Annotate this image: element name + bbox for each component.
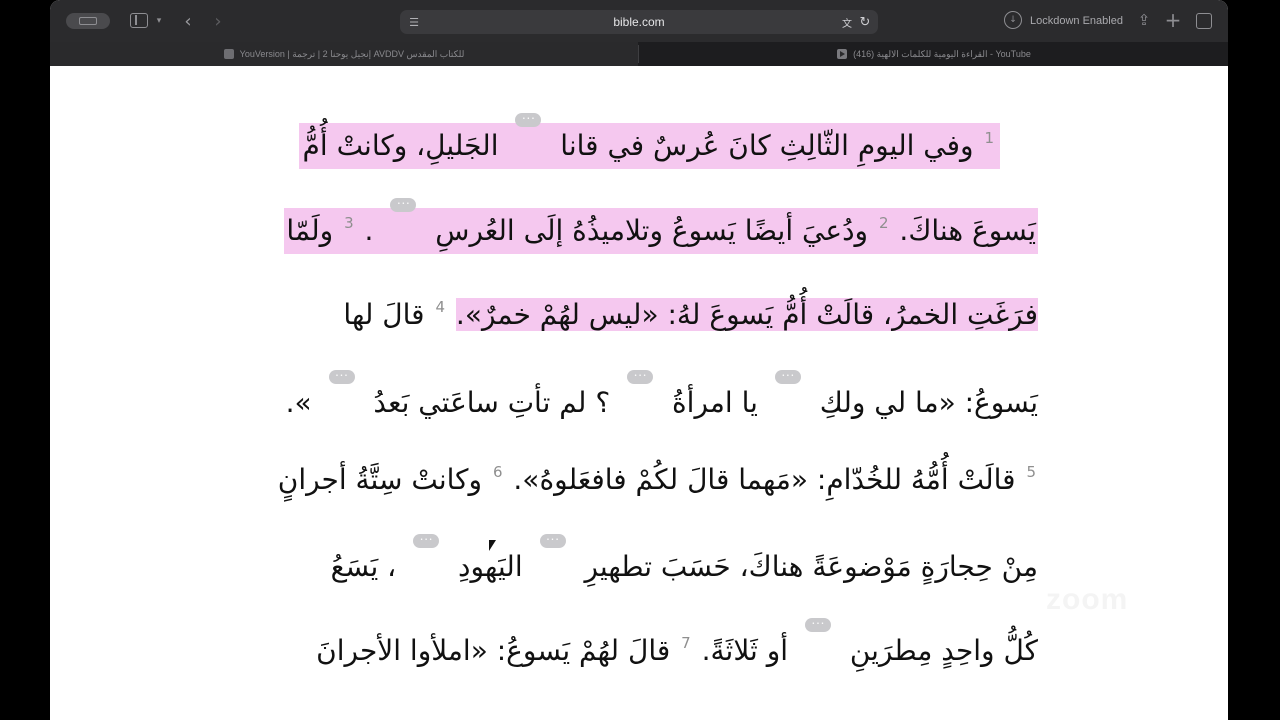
verse-text[interactable]: قالَتْ أُمُّهُ للخُدّامِ: «مَهما قالَ لك… (513, 463, 1015, 496)
verse-text[interactable]: قالَ لها (343, 298, 424, 331)
verse-line[interactable]: 1 وفي اليومِ الثّالِثِ كانَ عُرسٌ في قان… (298, 112, 1000, 169)
verse-number: 2 (878, 214, 889, 232)
verse-text[interactable]: يَسوعَ هناكَ. (899, 214, 1036, 247)
youtube-favicon-icon (837, 49, 848, 59)
tab-label: (416) القراءة اليومية للكلمات الالهية - … (853, 48, 1031, 59)
note-icon[interactable] (804, 617, 833, 634)
verse-number: 3 (344, 214, 354, 232)
verse-text[interactable]: يا امرأةُ (672, 386, 758, 419)
tab-label: YouVersion | إنجيل يوحنا 2 | ترجمة AVDDV… (239, 48, 465, 59)
translate-icon[interactable]: 文 (840, 15, 854, 30)
note-icon[interactable] (539, 533, 568, 550)
verse-text[interactable]: أو ثَلاثَةً. (702, 634, 788, 667)
verse-text[interactable]: فرَغَتِ الخمرُ، قالَتْ أُمُّ يَسوعَ لهُ:… (455, 298, 1038, 331)
verse-line[interactable]: مِنْ حِجارَةٍ مَوْضوعَةً هناكَ، حَسَبَ ت… (331, 533, 1038, 590)
note-icon[interactable] (328, 369, 357, 386)
verse-line[interactable]: 5 قالَتْ أُمُّهُ للخُدّامِ: «مَهما قالَ … (278, 457, 1038, 503)
tab-divider (638, 45, 639, 63)
chapter-text: 1 وفي اليومِ الثّالِثِ كانَ عُرسٌ في قان… (50, 66, 1228, 720)
verse-text[interactable]: قالَ لهُمْ يَسوعُ: «املأوا الأجرانَ (316, 634, 670, 667)
note-icon[interactable] (390, 197, 418, 214)
verse-number: 1 (984, 129, 994, 147)
sidebar-icon[interactable] (130, 13, 148, 28)
youversion-favicon-icon (223, 49, 234, 59)
lockdown-label: Lockdown Enabled (1030, 15, 1123, 27)
address-bar[interactable]: ☰ bible.com 文 ↻ (400, 10, 878, 34)
verse-line[interactable]: فرَغَتِ الخمرُ، قالَتْ أُمُّ يَسوعَ لهُ:… (343, 292, 1038, 338)
verse-number: 7 (681, 634, 691, 652)
tab-group-button[interactable] (66, 13, 110, 29)
browser-toolbar: ▾ ‹ › ☰ bible.com 文 ↻ ↓ Lockdown Enabled… (50, 0, 1228, 42)
tab-youversion[interactable]: YouVersion | إنجيل يوحنا 2 | ترجمة AVDDV… (50, 42, 638, 66)
verse-text[interactable]: الجَليلِ، وكانتْ أُمُّ (303, 129, 499, 162)
verse-text[interactable]: ودُعيَ أيضًا يَسوعُ وتلاميذُهُ إلَى العُ… (435, 214, 868, 247)
note-icon[interactable] (627, 369, 655, 386)
tab-youtube[interactable]: (416) القراءة اليومية للكلمات الالهية - … (640, 42, 1228, 66)
verse-text[interactable]: وفي اليومِ الثّالِثِ كانَ عُرسٌ في قانا (560, 129, 973, 162)
verse-line[interactable]: يَسوعَ هناكَ. 2 ودُعيَ أيضًا يَسوعُ وتلا… (284, 197, 1038, 254)
verse-line[interactable]: كُلُّ واحِدٍ مِطرَينِ أو ثَلاثَةً. 7 قال… (316, 617, 1038, 674)
zoom-watermark: zoom (1046, 583, 1129, 616)
verse-text[interactable]: ، يَسَعُ (331, 550, 397, 583)
verse-number: 6 (492, 463, 503, 481)
verse-number: 5 (1026, 463, 1036, 481)
verse-text[interactable]: ». (286, 386, 312, 419)
verse-text[interactable]: . (365, 214, 374, 247)
verse-text[interactable]: كُلُّ واحِدٍ مِطرَينِ (850, 634, 1038, 667)
note-icon[interactable] (413, 533, 441, 550)
page-content: 1 وفي اليومِ الثّالِثِ كانَ عُرسٌ في قان… (50, 66, 1228, 720)
verse-text[interactable]: ولَمّا (286, 214, 333, 247)
back-icon[interactable]: ‹ (180, 10, 196, 32)
url-text[interactable]: bible.com (400, 10, 878, 34)
new-tab-icon[interactable]: + (1164, 8, 1182, 32)
tab-bar: YouVersion | إنجيل يوحنا 2 | ترجمة AVDDV… (50, 42, 1228, 66)
verse-text[interactable]: مِنْ حِجارَةٍ مَوْضوعَةً هناكَ، حَسَبَ ت… (584, 550, 1038, 583)
verse-text[interactable]: وكانتْ سِتَّةُ أجرانٍ (278, 463, 482, 496)
chevron-down-icon[interactable]: ▾ (154, 13, 164, 29)
note-icon[interactable] (515, 112, 543, 129)
verse-text[interactable]: يَسوعُ: «ما لي ولكِ (820, 386, 1038, 419)
share-icon[interactable]: ⇪ (1136, 10, 1152, 30)
note-icon[interactable] (774, 369, 803, 386)
verse-line[interactable]: يَسوعُ: «ما لي ولكِ يا امرأةُ ؟ لم تأتِ … (286, 369, 1038, 426)
verse-text[interactable]: ؟ لم تأتِ ساعَتي بَعدُ (373, 386, 610, 419)
reload-icon[interactable]: ↻ (858, 13, 872, 31)
verse-number: 4 (435, 298, 446, 316)
forward-icon[interactable]: › (210, 10, 226, 32)
download-icon[interactable]: ↓ (1004, 11, 1022, 29)
tab-overview-icon[interactable] (1196, 13, 1212, 29)
tab-group-icon (79, 17, 97, 25)
verse-text[interactable]: اليَهودِ (458, 550, 523, 583)
